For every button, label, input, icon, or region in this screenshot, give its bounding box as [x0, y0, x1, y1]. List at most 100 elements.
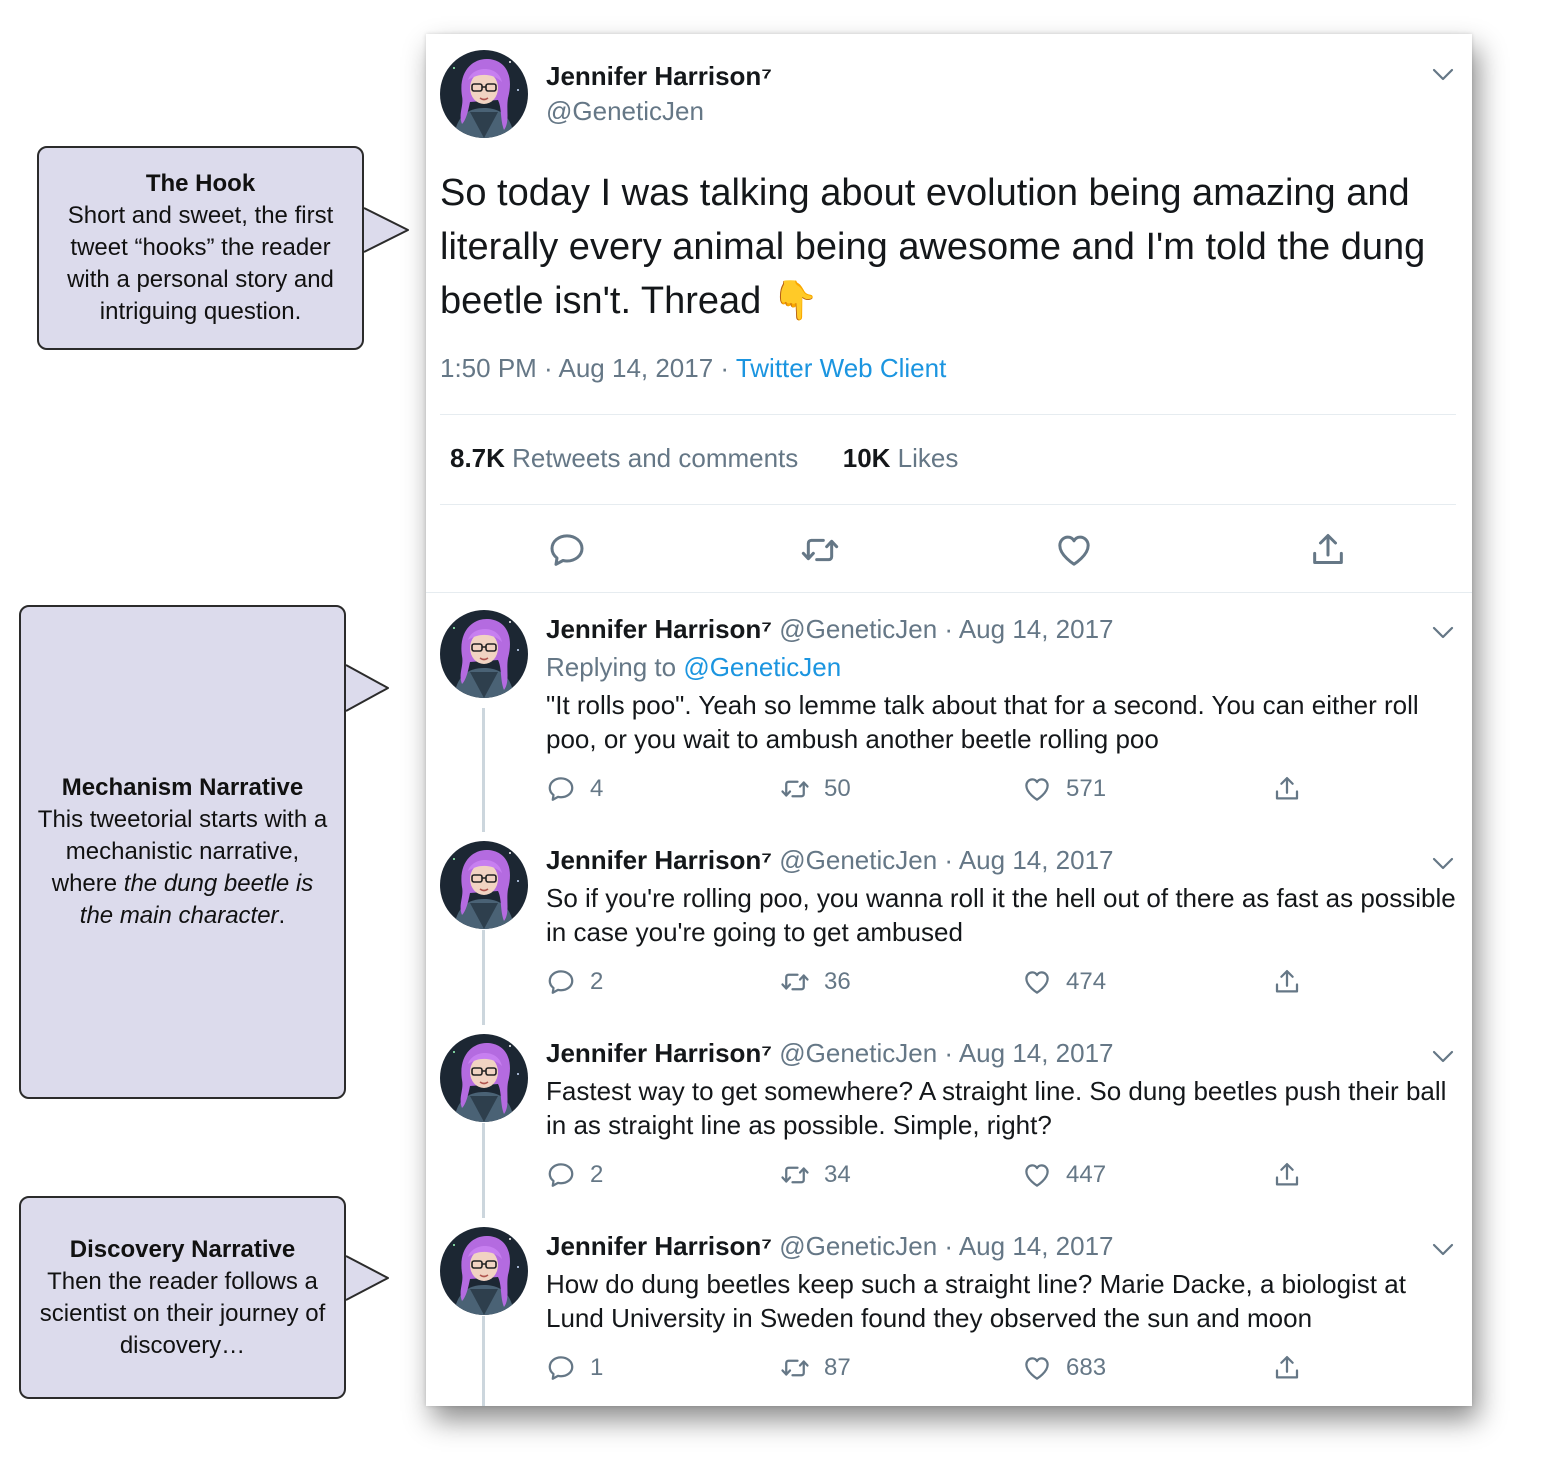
retweets-count: 8.7K [450, 443, 505, 473]
discovery-line: scientist on their journey of [39, 1299, 326, 1327]
share-action[interactable] [1272, 772, 1316, 806]
comment-icon[interactable] [546, 1160, 576, 1190]
comment-icon[interactable] [546, 774, 576, 804]
discovery-callout: Discovery Narrative Then the reader foll… [19, 1196, 389, 1399]
tweet-text: So today I was talking about evolution b… [440, 166, 1460, 328]
divider [440, 504, 1456, 505]
comment-count: 2 [590, 968, 604, 995]
mechanism-emphasis: the dung beetle is [123, 870, 314, 897]
retweet-action[interactable]: 36 [780, 965, 851, 999]
replying-handle-link[interactable]: @GeneticJen [683, 652, 841, 682]
discovery-line: discovery… [119, 1331, 246, 1359]
like-count: 474 [1066, 968, 1107, 995]
hook-callout: The Hook Short and sweet, the first twee… [37, 146, 409, 350]
mechanism-line: the main character. [80, 900, 285, 932]
thread-line [482, 1316, 485, 1406]
comment-action[interactable]: 4 [546, 772, 603, 806]
reply-meta[interactable]: @GeneticJen · Aug 14, 2017 [772, 614, 1113, 644]
author-name[interactable]: Jennifer Harrison⁷ [546, 1038, 772, 1068]
heart-icon[interactable] [1022, 1353, 1052, 1383]
mechanism-text: . [278, 902, 286, 929]
share-icon[interactable] [1272, 967, 1302, 997]
thread-line [482, 930, 485, 1025]
tweet-body: So today I was talking about evolution b… [440, 172, 1426, 322]
heart-icon[interactable] [1054, 530, 1094, 570]
reply-header: Jennifer Harrison⁷ @GeneticJen · Aug 14,… [546, 614, 1114, 645]
avatar[interactable] [440, 50, 528, 138]
divider [440, 414, 1456, 415]
retweet-action[interactable]: 34 [780, 1158, 851, 1192]
retweet-count: 34 [824, 1161, 851, 1188]
thread-line [482, 1123, 485, 1218]
avatar[interactable] [440, 1034, 528, 1122]
hook-line: Short and sweet, the first [67, 202, 334, 229]
hook-title: The Hook [145, 170, 256, 197]
comment-action[interactable]: 2 [546, 965, 603, 999]
retweet-count: 87 [824, 1354, 851, 1381]
avatar[interactable] [440, 841, 528, 929]
reply-meta[interactable]: @GeneticJen · Aug 14, 2017 [772, 845, 1113, 875]
mechanism-line: where the dung beetle is [52, 868, 314, 900]
comment-icon[interactable] [546, 1353, 576, 1383]
like-action[interactable]: 474 [1022, 965, 1106, 999]
discovery-title: Discovery Narrative [69, 1235, 296, 1263]
like-action[interactable]: 683 [1022, 1351, 1106, 1385]
author-name[interactable]: Jennifer Harrison⁷ [546, 614, 772, 644]
chevron-down-icon[interactable] [1432, 68, 1454, 82]
reply-meta[interactable]: @GeneticJen · Aug 14, 2017 [772, 1231, 1113, 1261]
replying-label: Replying to [546, 652, 684, 682]
tweet-source-link[interactable]: Twitter Web Client [736, 353, 946, 383]
share-action[interactable] [1272, 965, 1316, 999]
retweet-icon[interactable] [780, 774, 810, 804]
mechanism-emphasis: the main character [79, 902, 279, 929]
reply-header: Jennifer Harrison⁷ @GeneticJen · Aug 14,… [546, 845, 1114, 876]
retweets-stat[interactable]: 8.7K Retweets and comments [450, 443, 798, 473]
comment-action[interactable]: 1 [546, 1351, 603, 1385]
comment-icon[interactable] [546, 967, 576, 997]
retweet-action[interactable]: 50 [780, 772, 851, 806]
retweet-action[interactable]: 87 [780, 1351, 851, 1385]
callout-pointer [345, 664, 389, 712]
chevron-down-icon[interactable] [1432, 1050, 1454, 1064]
share-icon[interactable] [1272, 1353, 1302, 1383]
replying-to: Replying to @GeneticJen [546, 652, 841, 683]
author-name[interactable]: Jennifer Harrison⁷ [546, 61, 772, 92]
chevron-down-icon[interactable] [1432, 1243, 1454, 1257]
mechanism-line: This tweetorial starts with a [37, 806, 328, 833]
comment-count: 1 [590, 1354, 604, 1381]
chevron-down-icon[interactable] [1432, 626, 1454, 640]
share-icon[interactable] [1308, 530, 1348, 570]
chevron-down-icon[interactable] [1432, 857, 1454, 871]
hook-line: with a personal story and [67, 266, 334, 293]
hook-line: intriguing question. [99, 298, 302, 325]
comment-count: 4 [590, 775, 604, 802]
reply-text: "It rolls poo". Yeah so lemme talk about… [546, 690, 1419, 754]
comment-icon[interactable] [547, 530, 587, 570]
tweet-time[interactable]: 1:50 PM · Aug 14, 2017 · [440, 353, 736, 383]
heart-icon[interactable] [1022, 967, 1052, 997]
likes-stat[interactable]: 10K Likes [843, 443, 959, 473]
heart-icon[interactable] [1022, 774, 1052, 804]
avatar[interactable] [440, 610, 528, 698]
retweet-icon[interactable] [780, 1353, 810, 1383]
reply-text: How do dung beetles keep such a straight… [546, 1269, 1406, 1333]
retweet-icon[interactable] [780, 967, 810, 997]
comment-action[interactable]: 2 [546, 1158, 603, 1192]
like-action[interactable]: 447 [1022, 1158, 1106, 1192]
comment-count: 2 [590, 1161, 604, 1188]
author-name[interactable]: Jennifer Harrison⁷ [546, 1231, 772, 1261]
author-handle[interactable]: @GeneticJen [546, 96, 704, 127]
retweet-icon[interactable] [780, 1160, 810, 1190]
share-icon[interactable] [1272, 1160, 1302, 1190]
like-action[interactable]: 571 [1022, 772, 1106, 806]
share-icon[interactable] [1272, 774, 1302, 804]
avatar[interactable] [440, 1227, 528, 1315]
heart-icon[interactable] [1022, 1160, 1052, 1190]
reply-meta[interactable]: @GeneticJen · Aug 14, 2017 [772, 1038, 1113, 1068]
tweet-thread-card: Jennifer Harrison⁷ @GeneticJen So today … [426, 34, 1472, 1406]
divider [426, 592, 1472, 593]
share-action[interactable] [1272, 1351, 1316, 1385]
retweet-icon[interactable] [800, 530, 840, 570]
share-action[interactable] [1272, 1158, 1316, 1192]
author-name[interactable]: Jennifer Harrison⁷ [546, 845, 772, 875]
